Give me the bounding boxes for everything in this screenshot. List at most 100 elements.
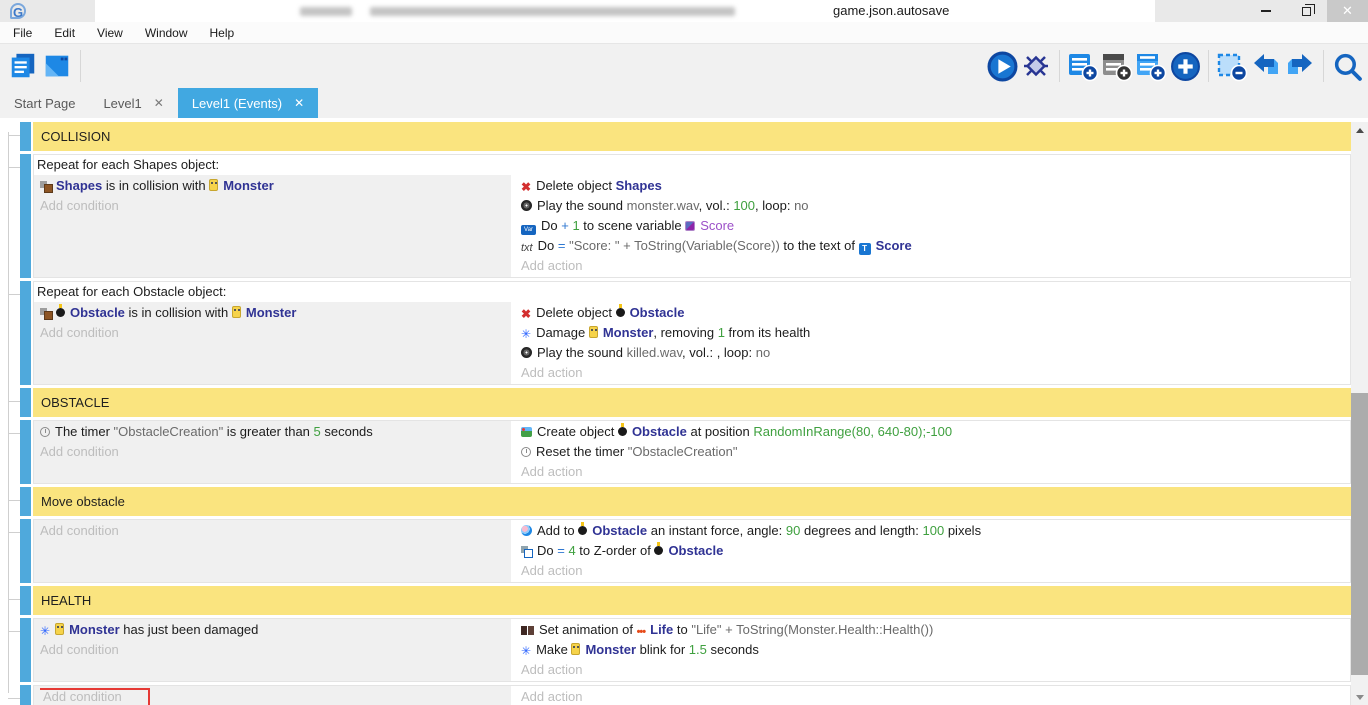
event-foreach-header[interactable]: Repeat for each Obstacle object: [34, 282, 1350, 302]
tab-close-icon[interactable]: ✕ [294, 96, 304, 110]
token-n: 4 [568, 543, 575, 558]
start-page-button[interactable] [40, 49, 74, 83]
action-line[interactable]: Play the sound killed.wav, vol.: , loop:… [521, 343, 1350, 363]
add-comment-button[interactable] [1134, 49, 1168, 83]
monster-icon [571, 643, 580, 655]
collision-icon [40, 308, 51, 318]
minimize-icon [1261, 10, 1271, 12]
token-o: Obstacle [70, 305, 125, 320]
token-o: Shapes [56, 178, 102, 193]
token-p: Set animation of [539, 622, 637, 637]
action-line[interactable]: Create object Obstacle at position Rando… [521, 422, 1350, 442]
condition-line[interactable]: The timer "ObstacleCreation" is greater … [40, 422, 511, 442]
tab-level1[interactable]: Level1 ✕ [89, 88, 177, 118]
group-header[interactable]: COLLISION [33, 122, 1351, 151]
damage-icon: ✳ [521, 324, 531, 343]
add-sub-event-button[interactable] [1100, 49, 1134, 83]
life-icon: ••• [637, 622, 646, 640]
scroll-up-button[interactable] [1351, 122, 1368, 138]
undo-button[interactable] [1249, 49, 1283, 83]
vertical-scrollbar[interactable] [1351, 122, 1368, 705]
minimize-button[interactable] [1245, 0, 1286, 22]
add-condition-button[interactable]: Add condition [40, 687, 511, 705]
add-condition-button[interactable]: Add condition [40, 442, 511, 462]
search-button[interactable] [1330, 49, 1364, 83]
action-line[interactable]: Do = 4 to Z-order of Obstacle [521, 541, 1350, 561]
add-condition-button[interactable]: Add condition [40, 640, 511, 660]
add-action-button[interactable]: Add action [521, 687, 1350, 705]
menu-view[interactable]: View [86, 22, 134, 44]
group-header[interactable]: OBSTACLE [33, 388, 1351, 417]
condition-line[interactable]: Shapes is in collision with Monster [40, 176, 511, 196]
action-line[interactable]: VarDo + 1 to scene variable Score [521, 216, 1350, 236]
add-action-button[interactable]: Add action [521, 561, 1350, 581]
event-selection-bar[interactable] [20, 487, 31, 516]
scroll-down-button[interactable] [1351, 689, 1368, 705]
condition-line[interactable]: ✳Monster has just been damaged [40, 620, 511, 640]
variable-icon: Var [521, 225, 536, 235]
event-selection-bar[interactable] [20, 420, 31, 484]
restore-button[interactable] [1286, 0, 1327, 22]
action-line[interactable]: txtDo = "Score: " + ToString(Variable(Sc… [521, 236, 1350, 256]
token-op: + [561, 218, 572, 233]
event-selection-bar[interactable] [20, 388, 31, 417]
preview-play-button[interactable] [985, 49, 1019, 83]
add-condition-button[interactable]: Add condition [40, 323, 511, 343]
add-event-button[interactable] [1066, 49, 1100, 83]
event-selection-bar[interactable] [20, 618, 31, 682]
menu-edit[interactable]: Edit [43, 22, 86, 44]
redo-button[interactable] [1283, 49, 1317, 83]
project-manager-button[interactable] [6, 49, 40, 83]
add-action-button[interactable]: Add action [521, 256, 1350, 276]
action-line[interactable]: Set animation of •••Life to "Life" + ToS… [521, 620, 1350, 640]
action-line[interactable]: Add to Obstacle an instant force, angle:… [521, 521, 1350, 541]
menu-file[interactable]: File [2, 22, 43, 44]
tab-close-icon[interactable]: ✕ [154, 96, 164, 110]
condition-line[interactable]: Obstacle is in collision with Monster [40, 303, 511, 323]
menu-window[interactable]: Window [134, 22, 199, 44]
event-foreach-header[interactable]: Repeat for each Shapes object: [34, 155, 1350, 175]
event-selection-bar[interactable] [20, 519, 31, 583]
event-selection-bar[interactable] [20, 685, 31, 705]
action-line[interactable]: Reset the timer "ObstacleCreation" [521, 442, 1350, 462]
group-header[interactable]: HEALTH [33, 586, 1351, 615]
add-special-event-button[interactable] [1168, 49, 1202, 83]
scrollbar-thumb[interactable] [1351, 393, 1368, 675]
tab-level1-events[interactable]: Level1 (Events) ✕ [178, 88, 318, 118]
token-o: Obstacle [668, 543, 723, 558]
action-line[interactable]: ✳Make Monster blink for 1.5 seconds [521, 640, 1350, 660]
event-selection-bar[interactable] [20, 122, 31, 151]
event-row: Repeat for each Shapes object:Shapes is … [0, 154, 1351, 278]
token-p: has just been damaged [120, 622, 259, 637]
add-action-button[interactable]: Add action [521, 660, 1350, 680]
toolbar-separator [1059, 50, 1060, 82]
add-condition-button[interactable]: Add condition [40, 196, 511, 216]
token-p: Reset the timer [536, 444, 628, 459]
toolbar-separator [1208, 50, 1209, 82]
close-button[interactable]: ✕ [1327, 0, 1368, 22]
actions-panel: Add action [513, 686, 1350, 705]
tree-gutter [0, 154, 20, 278]
action-line[interactable]: ✖Delete object Shapes [521, 176, 1350, 196]
token-n: 5 [314, 424, 321, 439]
add-condition-button[interactable]: Add condition [40, 521, 511, 541]
conditions-panel: Add condition [34, 520, 511, 582]
action-line[interactable]: Play the sound monster.wav, vol.: 100, l… [521, 196, 1350, 216]
action-line[interactable]: ✳Damage Monster, removing 1 from its hea… [521, 323, 1350, 343]
monster-icon [55, 623, 64, 635]
group-header[interactable]: Move obstacle [33, 487, 1351, 516]
event-selection-bar[interactable] [20, 586, 31, 615]
event-selection-bar[interactable] [20, 281, 31, 385]
tab-start-page[interactable]: Start Page [0, 88, 89, 118]
remove-selection-button[interactable] [1215, 49, 1249, 83]
debugger-button[interactable] [1019, 49, 1053, 83]
add-action-button[interactable]: Add action [521, 363, 1350, 383]
token-p: to Z-order of [576, 543, 655, 558]
actions-panel: Add to Obstacle an instant force, angle:… [513, 520, 1350, 582]
add-action-button[interactable]: Add action [521, 462, 1350, 482]
event-selection-bar[interactable] [20, 154, 31, 278]
menu-help[interactable]: Help [199, 22, 246, 44]
menu-bar: File Edit View Window Help [0, 22, 1368, 44]
action-line[interactable]: ✖Delete object Obstacle [521, 303, 1350, 323]
timer-icon [40, 427, 50, 437]
